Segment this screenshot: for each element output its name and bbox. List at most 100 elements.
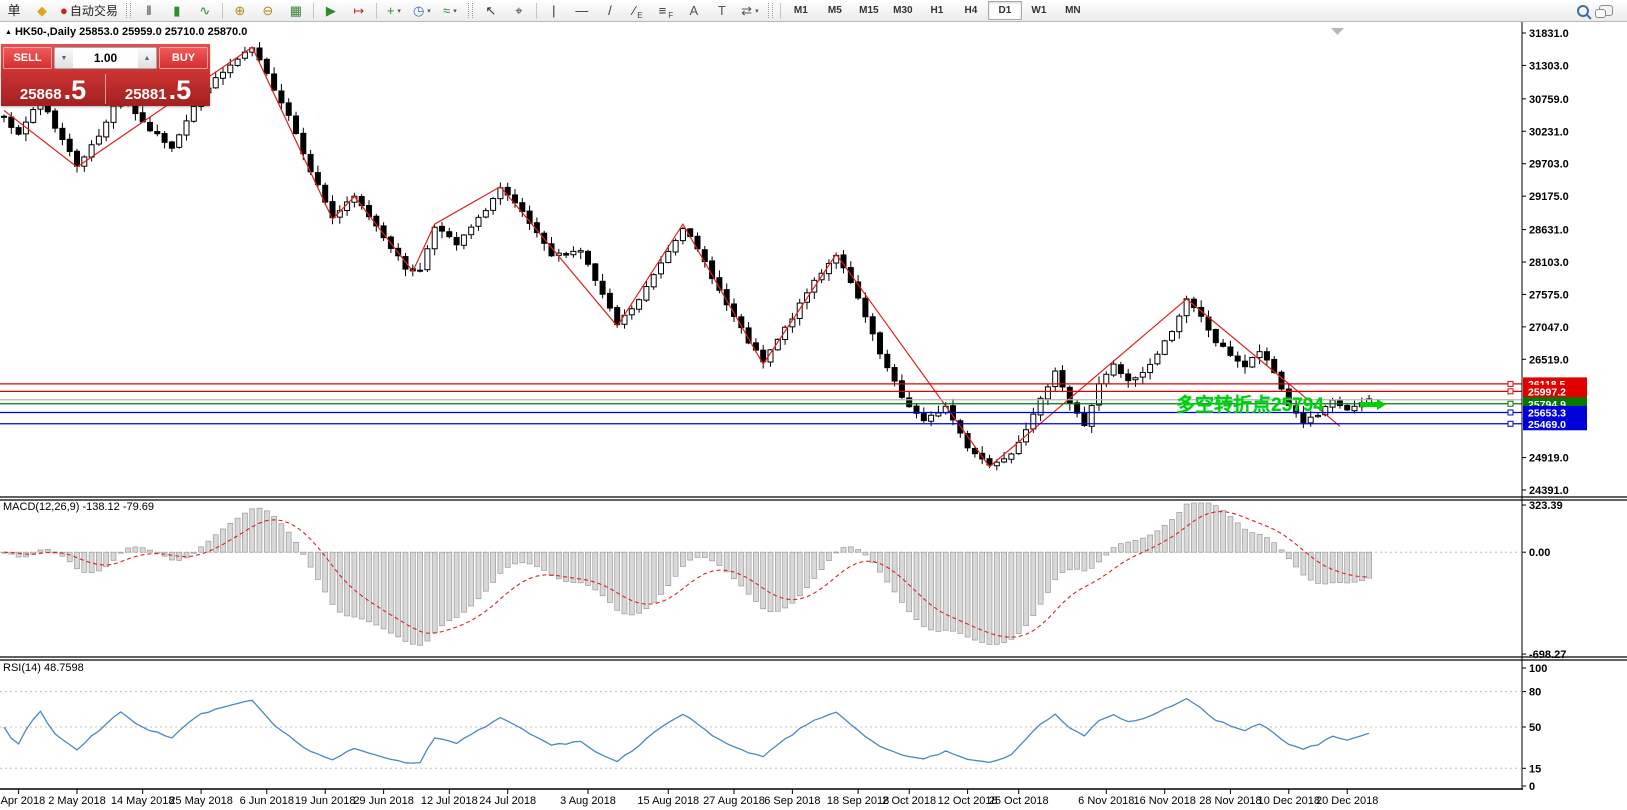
sell-price[interactable]: 25868 .5 <box>1 77 105 106</box>
annotation-arrow-icon <box>1360 399 1386 410</box>
auto-trading-button[interactable]: ●自动交易 <box>56 1 122 21</box>
fibonacci-tool[interactable]: ≡F <box>652 1 680 21</box>
new-chart-icon: + <box>387 4 395 17</box>
date-tick-label: 27 Aug 2018 <box>703 795 765 807</box>
candle <box>213 78 218 88</box>
tool-suffix: E <box>637 11 642 20</box>
macd-label: MACD(12,26,9) -138.12 -79.69 <box>3 501 154 513</box>
trendline-tool[interactable]: / <box>596 1 624 21</box>
cursor-tool-button[interactable]: ↖ <box>477 1 505 21</box>
zoom-out-button[interactable]: ⊖ <box>254 1 282 21</box>
channel-tool[interactable]: ∕E <box>624 1 652 21</box>
price-tick-label: 27575.0 <box>1529 289 1569 301</box>
candle <box>629 309 634 315</box>
rsi-line <box>4 699 1369 764</box>
line-handle[interactable] <box>1508 389 1513 394</box>
annotation-text: 多空转折点25794 <box>1176 390 1324 417</box>
candle <box>1075 403 1080 413</box>
indicators-button[interactable]: ≈▾ <box>436 1 464 21</box>
volume-increase-button[interactable]: ▲ <box>138 48 156 68</box>
candle <box>1045 387 1050 399</box>
bar-chart-button[interactable]: ‖ <box>135 1 163 21</box>
buy-price[interactable]: 25881 .5 <box>106 77 210 106</box>
volume-stepper: ▼ ▲ <box>54 47 157 69</box>
candle <box>228 65 233 73</box>
candle <box>191 106 196 121</box>
timeframe-bar: M1M5M15M30H1H4D1W1MN <box>784 1 1090 20</box>
candle <box>75 151 80 166</box>
zoom-in-button[interactable]: ⊕ <box>226 1 254 21</box>
toolbar-grip[interactable] <box>768 3 773 18</box>
text-tool[interactable]: A <box>680 1 708 21</box>
macd-panel: 323.390.00-698.27 <box>0 500 1566 661</box>
sell-button[interactable]: SELL <box>3 47 52 69</box>
timeframe-d1[interactable]: D1 <box>988 1 1022 20</box>
new-chart-button[interactable]: +▾ <box>380 1 408 21</box>
search-icon[interactable] <box>1577 5 1589 17</box>
text-label-tool[interactable]: T <box>708 1 736 21</box>
bar-chart-icon: ‖ <box>146 4 151 17</box>
candle <box>1250 358 1255 367</box>
price-tick-label: 28631.0 <box>1529 225 1569 237</box>
candle <box>1067 387 1072 403</box>
line-handle[interactable] <box>1508 421 1513 426</box>
date-tick-label: 9 Apr 2018 <box>0 795 45 807</box>
sell-price-int: 25868 <box>20 86 62 103</box>
timeframe-w1[interactable]: W1 <box>1022 1 1056 20</box>
date-axis: 9 Apr 20182 May 201814 May 201825 May 20… <box>0 789 1523 807</box>
timeframe-m5[interactable]: M5 <box>818 1 852 20</box>
auto-scroll-button[interactable]: ▶ <box>317 1 345 21</box>
candle <box>155 132 160 134</box>
period-clock-button[interactable]: ◷▾ <box>408 1 436 21</box>
chat-icon[interactable] <box>1599 5 1613 16</box>
rsi-tick-label: 50 <box>1529 722 1541 734</box>
candles-layer <box>2 42 1372 470</box>
chart-shift-button[interactable]: ↦ <box>345 1 373 21</box>
candle <box>651 275 656 287</box>
line-handle[interactable] <box>1508 381 1513 386</box>
timeframe-m30[interactable]: M30 <box>886 1 920 20</box>
dropdown-arrow-icon[interactable]: ▾ <box>397 7 401 15</box>
dropdown-arrow-icon[interactable]: ▾ <box>453 7 457 15</box>
candle <box>1133 378 1138 380</box>
candlestick-chart-button[interactable]: ▮ <box>163 1 191 21</box>
line-handle[interactable] <box>1508 401 1513 406</box>
horizontal-line-tool[interactable]: — <box>568 1 596 21</box>
candle <box>425 249 430 270</box>
toolbar-grip[interactable] <box>468 3 473 18</box>
candle <box>169 142 174 148</box>
toolbar-right <box>1577 5 1627 17</box>
candle <box>1279 372 1284 389</box>
candle <box>286 103 291 115</box>
line-handle[interactable] <box>1508 410 1513 415</box>
dropdown-arrow-icon[interactable]: ▾ <box>427 7 431 15</box>
candle <box>1060 371 1065 387</box>
mt4-window: { "toolbar": { "items": [ {"type":"btn",… <box>0 0 1627 810</box>
timeframe-mn[interactable]: MN <box>1056 1 1090 20</box>
timeframe-m15[interactable]: M15 <box>852 1 886 20</box>
volume-input[interactable] <box>73 48 138 68</box>
dropdown-arrow-icon[interactable]: ▾ <box>755 7 759 15</box>
candle <box>1002 459 1007 462</box>
tile-windows-button[interactable]: ▦ <box>282 1 310 21</box>
auto-scroll-icon: ▶ <box>326 4 336 17</box>
timeframe-m1[interactable]: M1 <box>784 1 818 20</box>
vertical-line-tool[interactable]: | <box>540 1 568 21</box>
tool-suffix: F <box>668 11 673 20</box>
new-order-button[interactable]: 单 <box>0 1 28 21</box>
timeframe-h4[interactable]: H4 <box>954 1 988 20</box>
date-tick-label: 6 Jun 2018 <box>240 795 294 807</box>
timeframe-h1[interactable]: H1 <box>920 1 954 20</box>
arrows-tool[interactable]: ⇄▾ <box>736 1 764 21</box>
scroll-marker-icon <box>1331 28 1344 35</box>
line-chart-button[interactable]: ∿ <box>191 1 219 21</box>
crosshair-tool-button[interactable]: ⌖ <box>505 1 533 21</box>
buy-button[interactable]: BUY <box>159 47 208 69</box>
chart-canvas[interactable]: 31831.031303.030759.030231.029703.029175… <box>0 0 1627 810</box>
date-tick-label: 2 Oct 2018 <box>882 795 936 807</box>
toolbar-grip[interactable] <box>126 3 131 18</box>
price-tick-label: 26519.0 <box>1529 354 1569 366</box>
volume-decrease-button[interactable]: ▼ <box>55 48 73 68</box>
toolbar-separator <box>222 3 223 19</box>
gold-ingot-icon[interactable]: ◆ <box>28 1 56 21</box>
